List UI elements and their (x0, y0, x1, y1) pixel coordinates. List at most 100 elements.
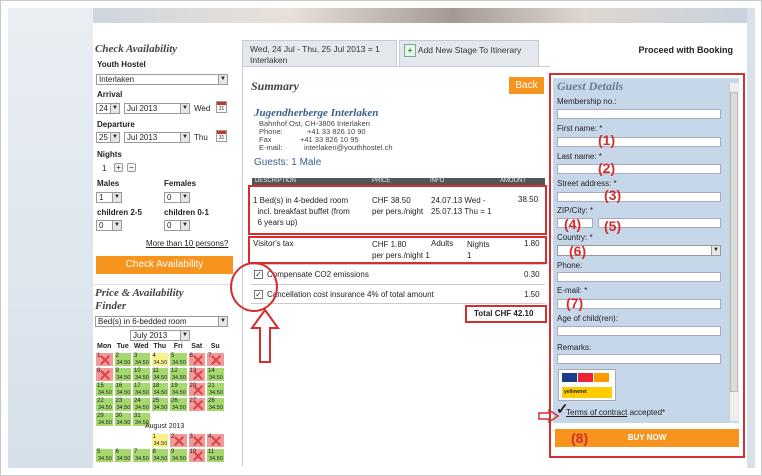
calendar-day[interactable]: 17 34.50 (132, 382, 151, 397)
calendar-day[interactable]: 29 34.50 (95, 412, 114, 427)
calendar-day[interactable]: 20 (187, 382, 206, 397)
calendar-day[interactable]: 28 34.50 (206, 397, 225, 412)
weekday-label: Fri (173, 343, 183, 350)
arrival-month-select[interactable]: Jul 2013 ▼ (124, 103, 190, 114)
day-price: 34.50 (172, 360, 186, 366)
hostel-select-value: Interlaken (99, 75, 135, 84)
calendar-day[interactable]: 11 34.50 (206, 448, 225, 463)
annotation-4: (4) (564, 216, 582, 232)
day-price: 34.50 (153, 375, 168, 381)
calendar-weekdays: Mon Tue Wed Thu Fri Sat Su (95, 343, 225, 350)
calendar-day[interactable]: 19 34.50 (169, 382, 188, 397)
day-price: 34.50 (98, 405, 112, 411)
calendar-day[interactable]: 2 34.50 (113, 352, 132, 367)
females-select[interactable]: 0 ▼ (164, 192, 190, 203)
calendar-day[interactable]: 6 (187, 352, 206, 367)
check-availability-button[interactable]: Check Availability (96, 256, 233, 274)
departure-month-select[interactable]: Jul 2013 ▼ (124, 132, 190, 143)
arrival-label: Arrival (97, 90, 123, 99)
finder-title: Price & Availability Finder (95, 287, 184, 313)
tab-proceed-booking[interactable]: Proceed with Booking (545, 40, 747, 66)
day-price: 34.50 (116, 360, 131, 366)
more-persons-link[interactable]: More than 10 persons? (146, 239, 228, 248)
children25-select[interactable]: 0 ▼ (96, 220, 122, 231)
chevron-down-icon: ▼ (180, 133, 189, 142)
chevron-down-icon: ▼ (218, 75, 227, 84)
calendar-day[interactable]: 4 34.50 (150, 352, 169, 367)
calendar-day[interactable]: 30 34.50 (113, 412, 132, 427)
day-price: 34.50 (172, 405, 186, 411)
unavailable-icon (193, 436, 203, 446)
calendar-day[interactable]: 5 34.50 (169, 352, 188, 367)
calendar-day (206, 412, 225, 427)
calendar-icon[interactable]: 31 (216, 101, 227, 113)
calendar-day[interactable]: 27 (187, 397, 206, 412)
day-number: 21 (208, 383, 215, 389)
arrival-month-value: Jul 2013 (127, 104, 158, 113)
tab-stage[interactable]: Wed, 24 Jul - Thu, 25 Jul 2013 = 1 Interl… (242, 40, 397, 66)
day-number: 28 (208, 398, 215, 404)
calendar-day[interactable]: 23 34.50 (113, 397, 132, 412)
day-number: 23 (115, 398, 123, 404)
calendar-day[interactable]: 7 34.50 (132, 448, 151, 463)
arrival-day-select[interactable]: 24 ▼ (96, 103, 120, 114)
room-type-select[interactable]: Bed(s) in 6-bedded room ▼ (95, 316, 228, 327)
calendar-day[interactable]: 11 34.50 (150, 367, 169, 382)
day-number: 14 (208, 368, 215, 374)
calendar-day[interactable]: 12 34.50 (169, 367, 188, 382)
calendar-day[interactable]: 14 34.50 (206, 367, 225, 382)
calendar-day[interactable]: 15 34.50 (95, 382, 114, 397)
males-select[interactable]: 1 ▼ (96, 192, 122, 203)
calendar-day[interactable]: 6 34.50 (113, 448, 132, 463)
calendar-week: 15 34.50 16 34.50 17 34.50 18 34.50 19 34.50 20 21 3… (95, 382, 225, 397)
calendar-day[interactable]: 24 34.50 (132, 397, 151, 412)
calendar-day[interactable]: 1 34.50 (150, 433, 169, 448)
unavailable-icon (211, 355, 221, 365)
children25-label: children 2-5 (97, 208, 142, 217)
day-number: 24 (134, 398, 141, 404)
departure-weekday: Thu (194, 133, 208, 142)
children01-select[interactable]: 0 ▼ (164, 220, 190, 231)
arrival-weekday: Wed (194, 104, 211, 113)
col-amount: AMOUNT (500, 178, 526, 184)
calendar-day[interactable]: 21 34.50 (206, 382, 225, 397)
calendar-day[interactable]: 26 34.50 (169, 397, 188, 412)
calendar-day[interactable]: 7 (206, 352, 225, 367)
calendar-day[interactable]: 8 34.50 (150, 448, 169, 463)
calendar-day[interactable]: 16 34.50 (113, 382, 132, 397)
calendar-day[interactable]: 22 34.50 (95, 397, 114, 412)
day-number: 31 (134, 413, 141, 419)
calendar-day[interactable]: 8 (95, 367, 114, 382)
calendar-day[interactable]: 9 34.50 (169, 448, 188, 463)
calendar-day[interactable]: 10 (187, 448, 206, 463)
day-price: 34.50 (116, 405, 131, 411)
plus-icon[interactable]: + (114, 163, 123, 172)
calendar-day[interactable]: 13 (187, 367, 206, 382)
back-button[interactable]: Back (509, 77, 544, 94)
day-price: 34.50 (135, 360, 149, 366)
calendar-week: 1 2 34.50 3 34.50 4 34.50 5 34.50 6 7 (95, 352, 225, 367)
calendar-day[interactable]: 25 34.50 (150, 397, 169, 412)
departure-day-select[interactable]: 25 ▼ (96, 132, 120, 143)
calendar-day[interactable]: 18 34.50 (150, 382, 169, 397)
minus-icon[interactable]: − (127, 163, 136, 172)
calendar-day[interactable]: 5 34.50 (95, 448, 114, 463)
calendar-day[interactable]: 10 34.50 (132, 367, 151, 382)
calendar-day[interactable]: 1 (95, 352, 114, 367)
calendar-day[interactable]: 3 34.50 (132, 352, 151, 367)
calendar-day[interactable]: 2 (169, 433, 188, 448)
calendar-day[interactable]: 3 (187, 433, 206, 448)
unavailable-icon (193, 355, 203, 365)
calendar-day[interactable]: 9 34.50 (113, 367, 132, 382)
hostel-select[interactable]: Interlaken ▼ (96, 74, 228, 85)
day-number: 3 (134, 353, 138, 359)
day-price: 34.50 (209, 375, 223, 381)
day-price: 34.50 (116, 375, 131, 381)
calendar-icon[interactable]: 31 (216, 130, 227, 142)
day-number: 15 (97, 383, 104, 389)
month-select[interactable]: July 2013 ▼ (130, 330, 190, 341)
day-price: 34.50 (135, 390, 149, 396)
calendar-day[interactable]: 4 (206, 433, 225, 448)
tab-add-stage[interactable]: + Add New Stage To Itinerary (399, 40, 539, 66)
day-number: 17 (134, 383, 141, 389)
